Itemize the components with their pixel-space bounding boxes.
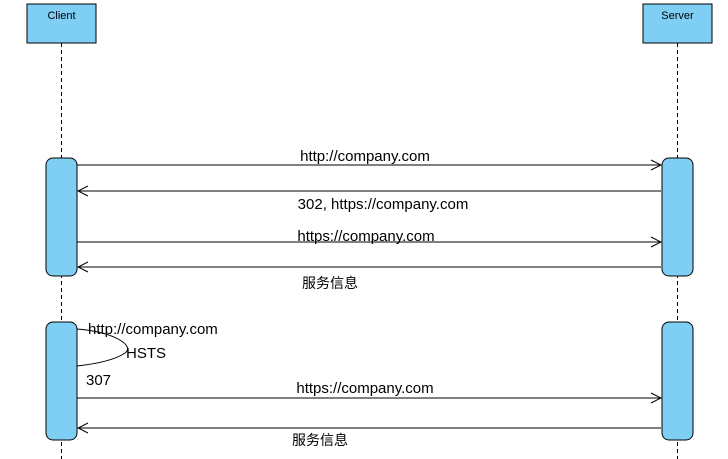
server-activation-1: [661, 157, 694, 277]
participant-server: Server: [642, 3, 713, 44]
self-message-label-hsts: HSTS: [126, 345, 166, 362]
participant-client-label: Client: [47, 10, 75, 22]
message-label-https-request-1: https://company.com: [297, 228, 434, 245]
message-label-response-2: 服务信息: [292, 432, 348, 449]
participant-client: Client: [26, 3, 97, 44]
sequence-diagram: Client Server http://company.com 302, ht…: [26, 3, 713, 459]
server-activation-2: [661, 321, 694, 441]
message-label-https-request-2: https://company.com: [296, 380, 433, 397]
message-label-response-1: 服务信息: [302, 275, 358, 292]
self-message-label-http: http://company.com: [88, 321, 218, 338]
self-message-label-307: 307: [86, 372, 111, 389]
client-activation-1: [45, 157, 78, 277]
message-label-http-request: http://company.com: [300, 148, 430, 165]
participant-server-label: Server: [661, 10, 694, 22]
client-activation-2: [45, 321, 78, 441]
message-label-302-redirect: 302, https://company.com: [298, 196, 469, 213]
